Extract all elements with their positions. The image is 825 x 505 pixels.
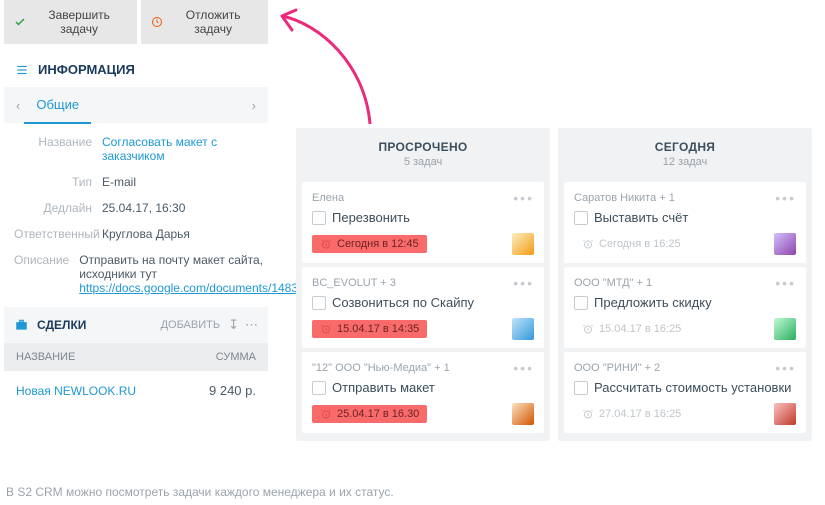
- avatar[interactable]: [774, 318, 796, 340]
- column-count: 5 задач: [296, 156, 550, 168]
- complete-task-label: Завершить задачу: [31, 8, 127, 36]
- task-checkbox[interactable]: [574, 381, 588, 395]
- alarm-icon: [320, 323, 332, 335]
- briefcase-icon: [14, 318, 29, 332]
- task-checkbox[interactable]: [574, 211, 588, 225]
- annotation-arrow: [270, 4, 390, 134]
- task-card[interactable]: Елена ••• Перезвонить Сегодня в 12:45: [302, 182, 544, 263]
- info-section-header: ИНФОРМАЦИЯ: [4, 52, 268, 87]
- card-task-name: Выставить счёт: [594, 210, 688, 225]
- field-label-description: Описание: [14, 253, 79, 295]
- card-time: Сегодня в 12:45: [337, 238, 419, 250]
- deal-name[interactable]: Новая NEWLOOK.RU: [16, 384, 209, 398]
- list-icon: [14, 63, 30, 77]
- task-checkbox[interactable]: [574, 296, 588, 310]
- card-time: Сегодня в 16:25: [599, 238, 681, 250]
- tabs-next-button[interactable]: ›: [248, 94, 260, 117]
- card-client: "12" ООО "Нью-Медиа" + 1: [312, 362, 450, 374]
- column-title: ПРОСРОЧЕНО: [296, 140, 550, 154]
- card-menu-button[interactable]: •••: [775, 360, 796, 376]
- card-time: 25.04.17 в 16.30: [337, 408, 419, 420]
- task-column: СЕГОДНЯ 12 задач Саратов Никита + 1 ••• …: [558, 128, 812, 441]
- task-card[interactable]: Саратов Никита + 1 ••• Выставить счёт Се…: [564, 182, 806, 263]
- column-title: СЕГОДНЯ: [558, 140, 812, 154]
- card-client: BC_EVOLUT + 3: [312, 277, 396, 289]
- deal-sum: 9 240 р.: [209, 383, 256, 398]
- deals-title: СДЕЛКИ: [37, 318, 153, 332]
- check-icon: [14, 16, 26, 28]
- more-icon[interactable]: ⋯: [245, 317, 258, 333]
- field-value-deadline: 25.04.17, 16:30: [102, 201, 258, 215]
- field-label-name: Название: [14, 135, 102, 163]
- avatar[interactable]: [512, 318, 534, 340]
- alarm-icon: [320, 408, 332, 420]
- alarm-icon: [582, 238, 594, 250]
- page-caption: В S2 CRM можно посмотреть задачи каждого…: [6, 485, 394, 499]
- field-value-responsible: Круглова Дарья: [102, 227, 258, 241]
- deals-col-name: НАЗВАНИЕ: [16, 351, 216, 363]
- card-client: ООО "МТД" + 1: [574, 277, 652, 289]
- description-link[interactable]: https://docs.google.com/documents/148377…: [79, 281, 318, 295]
- task-column: ПРОСРОЧЕНО 5 задач Елена ••• Перезвонить…: [296, 128, 550, 441]
- card-menu-button[interactable]: •••: [775, 190, 796, 206]
- avatar[interactable]: [774, 233, 796, 255]
- task-card[interactable]: ООО "РИНИ" + 2 ••• Рассчитать стоимость …: [564, 352, 806, 433]
- task-checkbox[interactable]: [312, 381, 326, 395]
- avatar[interactable]: [512, 233, 534, 255]
- field-label-type: Тип: [14, 175, 102, 189]
- task-checkbox[interactable]: [312, 296, 326, 310]
- task-card[interactable]: "12" ООО "Нью-Медиа" + 1 ••• Отправить м…: [302, 352, 544, 433]
- alarm-icon: [582, 408, 594, 420]
- tabs-prev-button[interactable]: ‹: [12, 94, 24, 117]
- column-count: 12 задач: [558, 156, 812, 168]
- task-checkbox[interactable]: [312, 211, 326, 225]
- card-task-name: Предложить скидку: [594, 295, 712, 310]
- field-label-deadline: Дедлайн: [14, 201, 102, 215]
- card-time: 27.04.17 в 16:25: [599, 408, 681, 420]
- card-menu-button[interactable]: •••: [513, 360, 534, 376]
- field-label-responsible: Ответственный: [14, 227, 102, 241]
- card-task-name: Рассчитать стоимость установки: [594, 380, 791, 395]
- field-value-description: Отправить на почту макет сайта, исходник…: [79, 253, 318, 295]
- card-menu-button[interactable]: •••: [513, 190, 534, 206]
- complete-task-button[interactable]: Завершить задачу: [4, 0, 137, 44]
- deals-col-sum: СУММА: [216, 351, 256, 363]
- task-card[interactable]: BC_EVOLUT + 3 ••• Созвониться по Скайпу …: [302, 267, 544, 348]
- deals-add-button[interactable]: ДОБАВИТЬ: [161, 319, 221, 331]
- card-task-name: Созвониться по Скайпу: [332, 295, 474, 310]
- card-menu-button[interactable]: •••: [513, 275, 534, 291]
- avatar[interactable]: [512, 403, 534, 425]
- avatar[interactable]: [774, 403, 796, 425]
- card-time: 15.04.17 в 16:25: [599, 323, 681, 335]
- task-card[interactable]: ООО "МТД" + 1 ••• Предложить скидку 15.0…: [564, 267, 806, 348]
- tab-general[interactable]: Общие: [24, 87, 91, 124]
- card-task-name: Перезвонить: [332, 210, 410, 225]
- card-task-name: Отправить макет: [332, 380, 435, 395]
- alarm-icon: [320, 238, 332, 250]
- clock-icon: [151, 16, 163, 28]
- download-icon[interactable]: ↧: [228, 317, 239, 333]
- card-time: 15.04.17 в 14:35: [337, 323, 419, 335]
- postpone-task-button[interactable]: Отложить задачу: [141, 0, 268, 44]
- postpone-task-label: Отложить задачу: [168, 8, 258, 36]
- card-client: ООО "РИНИ" + 2: [574, 362, 660, 374]
- card-client: Елена: [312, 192, 344, 204]
- card-client: Саратов Никита + 1: [574, 192, 675, 204]
- description-text: Отправить на почту макет сайта, исходник…: [79, 253, 263, 281]
- deal-row[interactable]: Новая NEWLOOK.RU 9 240 р.: [4, 371, 268, 410]
- alarm-icon: [582, 323, 594, 335]
- card-menu-button[interactable]: •••: [775, 275, 796, 291]
- field-value-type: E-mail: [102, 175, 258, 189]
- field-value-name[interactable]: Согласовать макет с заказчиком: [102, 135, 258, 163]
- info-title: ИНФОРМАЦИЯ: [38, 62, 135, 77]
